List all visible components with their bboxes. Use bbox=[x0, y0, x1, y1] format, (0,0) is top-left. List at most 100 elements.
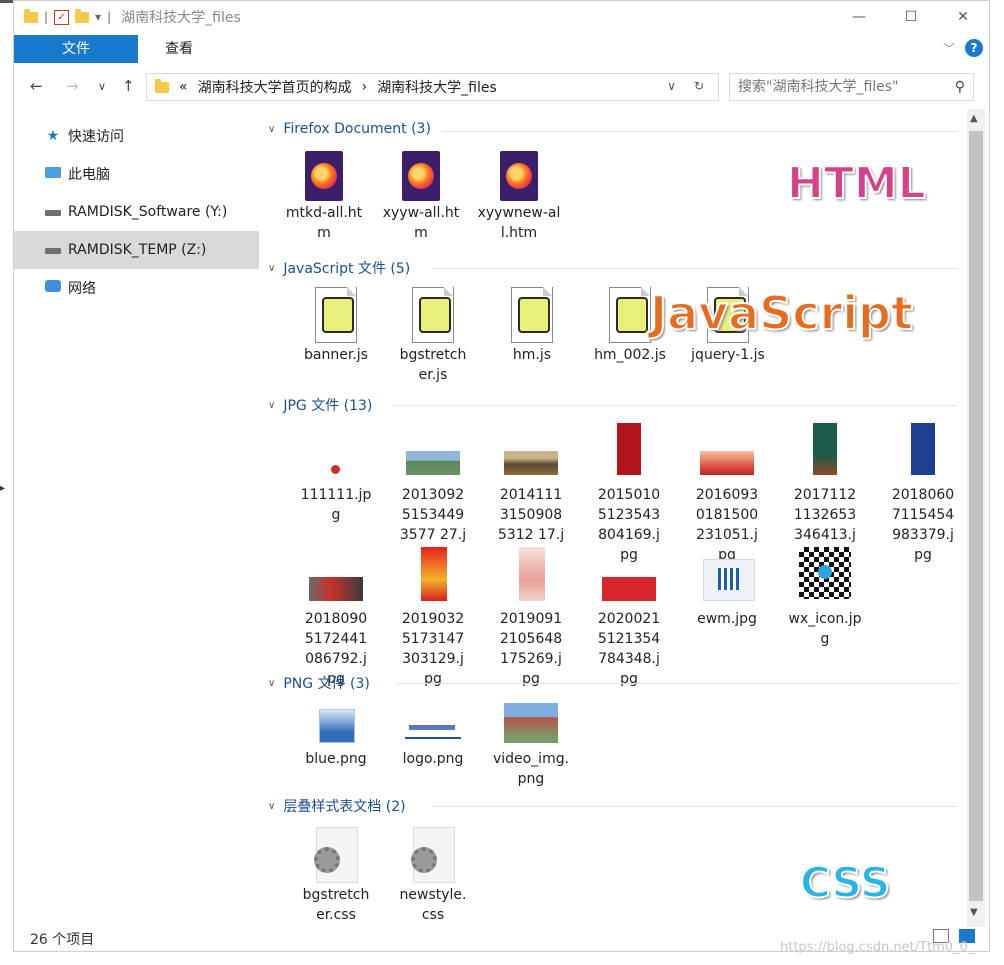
title-bar: | ✓ ▾ | 湖南科技大学_files — ☐ ✕ bbox=[14, 1, 989, 33]
file-item[interactable]: 20200215121354784348.jpg bbox=[587, 547, 671, 689]
watermark: https://blog.csdn.net/Ttm0_0_ bbox=[780, 940, 975, 955]
vertical-scrollbar[interactable]: ▲ ▼ bbox=[967, 109, 985, 927]
image-thumbnail bbox=[391, 423, 475, 483]
firefox-document-icon bbox=[500, 151, 538, 201]
image-thumbnail bbox=[685, 547, 769, 607]
image-thumbnail bbox=[391, 547, 475, 607]
collapse-chevron-icon[interactable]: ∨ bbox=[268, 678, 275, 689]
group-header-firefox[interactable]: ∨ Firefox Document (3) bbox=[268, 121, 431, 137]
address-dropdown-icon[interactable]: ∨ bbox=[667, 79, 676, 93]
breadcrumb-segment-1[interactable]: 湖南科技大学首页的构成 bbox=[198, 77, 352, 97]
file-item[interactable]: wx_icon.jpg bbox=[783, 547, 867, 649]
overlay-javascript-label: JavaScript bbox=[649, 285, 914, 341]
image-thumbnail bbox=[881, 423, 965, 483]
tab-view[interactable]: 查看 bbox=[146, 35, 212, 63]
image-thumbnail bbox=[489, 695, 573, 747]
file-item[interactable]: banner.js bbox=[294, 285, 378, 365]
script-file-icon bbox=[607, 285, 653, 343]
sidebar-item-label: 此电脑 bbox=[68, 167, 110, 183]
file-item[interactable]: 201411131509085312 17.jpg bbox=[489, 423, 573, 565]
group-divider bbox=[394, 405, 957, 406]
sidebar-item-ramdisk-temp[interactable]: RAMDISK_TEMP (Z:) bbox=[14, 231, 259, 269]
file-item[interactable]: hm.js bbox=[490, 285, 574, 365]
window-controls: — ☐ ✕ bbox=[833, 1, 989, 33]
sidebar-item-label: 网络 bbox=[68, 281, 96, 297]
file-item[interactable]: 20160930181500231051.jpg bbox=[685, 423, 769, 565]
search-input[interactable]: 搜索"湖南科技大学_files" ⚲ bbox=[729, 73, 974, 101]
ribbon-tabs: 文件 主页 共享 查看 ﹀ ? bbox=[14, 35, 989, 63]
file-item[interactable]: 111111.jpg bbox=[294, 423, 378, 525]
refresh-icon[interactable]: ↻ bbox=[694, 79, 704, 93]
file-item[interactable]: xyyw-all.htm bbox=[379, 151, 463, 243]
help-icon[interactable]: ? bbox=[965, 39, 983, 57]
breadcrumb-segment-2[interactable]: 湖南科技大学_files bbox=[377, 77, 497, 97]
file-item[interactable]: bgstretcher.css bbox=[294, 827, 378, 925]
navigation-bar: ← → ∨ ↑ « 湖南科技大学首页的构成 › 湖南科技大学_files ∨ ↻… bbox=[14, 71, 989, 103]
drive-icon bbox=[44, 242, 62, 258]
sidebar-item-ramdisk-software[interactable]: RAMDISK_Software (Y:) bbox=[14, 193, 259, 231]
image-thumbnail bbox=[294, 423, 378, 483]
file-item[interactable]: 20150105123543804169.jpg bbox=[587, 423, 671, 565]
close-button[interactable]: ✕ bbox=[937, 1, 989, 33]
collapse-chevron-icon[interactable]: ∨ bbox=[268, 124, 275, 135]
image-thumbnail bbox=[587, 423, 671, 483]
group-header-css[interactable]: ∨ 层叠样式表文档 (2) bbox=[268, 796, 406, 816]
drive-icon bbox=[44, 204, 62, 220]
collapse-chevron-icon[interactable]: ∨ bbox=[268, 801, 275, 812]
file-item[interactable]: ewm.jpg bbox=[685, 547, 769, 629]
scroll-down-arrow-icon[interactable]: ▼ bbox=[970, 907, 978, 918]
collapse-chevron-icon[interactable]: ∨ bbox=[268, 400, 275, 411]
file-item[interactable]: 20190912105648175269.jpg bbox=[489, 547, 573, 689]
qa-separator: | bbox=[44, 10, 49, 24]
file-item[interactable]: video_img.png bbox=[489, 695, 573, 789]
expand-ribbon-chevron-icon[interactable]: ﹀ bbox=[943, 40, 955, 57]
sidebar-item-label: 快速访问 bbox=[68, 129, 124, 145]
file-item[interactable]: newstyle.css bbox=[391, 827, 475, 925]
file-item[interactable]: mtkd-all.htm bbox=[282, 151, 366, 243]
address-overflow[interactable]: « bbox=[179, 79, 188, 95]
file-item[interactable]: blue.png bbox=[294, 695, 378, 769]
overlay-css-label: CSS bbox=[799, 857, 891, 908]
sidebar-item-quick-access[interactable]: ★ 快速访问 bbox=[14, 117, 259, 155]
file-item[interactable]: logo.png bbox=[391, 695, 475, 769]
group-header-javascript[interactable]: ∨ JavaScript 文件 (5) bbox=[268, 258, 410, 278]
file-item[interactable]: xyywnew-all.htm bbox=[477, 151, 561, 243]
recent-locations-chevron-icon[interactable]: ∨ bbox=[98, 80, 106, 93]
sidebar-item-label: RAMDISK_Software (Y:) bbox=[68, 204, 228, 220]
scroll-up-arrow-icon[interactable]: ▲ bbox=[970, 113, 978, 124]
script-file-icon bbox=[410, 285, 456, 343]
group-header-jpg[interactable]: ∨ JPG 文件 (13) bbox=[268, 395, 372, 415]
maximize-button[interactable]: ☐ bbox=[885, 1, 937, 33]
file-item[interactable]: bgstretcher.js bbox=[391, 285, 475, 385]
up-arrow-icon[interactable]: ↑ bbox=[122, 77, 135, 95]
forward-arrow-icon[interactable]: → bbox=[66, 77, 79, 95]
tab-file[interactable]: 文件 bbox=[14, 35, 138, 63]
breadcrumb-separator[interactable]: › bbox=[362, 79, 368, 95]
file-list: ∨ Firefox Document (3) mtkd-all.htm xyyw… bbox=[264, 117, 961, 927]
file-item[interactable]: 20180607115454983379.jpg bbox=[881, 423, 965, 565]
address-bar[interactable]: « 湖南科技大学首页的构成 › 湖南科技大学_files ∨ ↻ bbox=[146, 73, 719, 101]
overlay-html-label: HTML bbox=[786, 157, 927, 210]
script-file-icon bbox=[313, 285, 359, 343]
sidebar-item-this-pc[interactable]: 此电脑 bbox=[14, 155, 259, 193]
image-thumbnail bbox=[294, 547, 378, 607]
image-thumbnail bbox=[783, 547, 867, 607]
properties-check-icon[interactable]: ✓ bbox=[54, 9, 70, 25]
quick-access-toolbar: | ✓ ▾ | 湖南科技大学_files bbox=[14, 7, 241, 27]
firefox-document-icon bbox=[402, 151, 440, 201]
back-arrow-icon[interactable]: ← bbox=[30, 77, 43, 95]
group-header-png[interactable]: ∨ PNG 文件 (3) bbox=[268, 673, 370, 693]
qa-dropdown-icon[interactable]: ▾ bbox=[95, 10, 101, 24]
file-item[interactable]: 20180905172441086792.jpg bbox=[294, 547, 378, 689]
collapse-chevron-icon[interactable]: ∨ bbox=[268, 263, 275, 274]
file-item[interactable]: 20190325173147303129.jpg bbox=[391, 547, 475, 689]
file-item[interactable]: 201309251534493577 27.jpg bbox=[391, 423, 475, 565]
minimize-button[interactable]: — bbox=[833, 1, 885, 33]
computer-icon bbox=[44, 166, 62, 182]
sidebar-item-network[interactable]: 网络 bbox=[14, 269, 259, 307]
group-divider bbox=[432, 268, 957, 269]
scrollbar-thumb[interactable] bbox=[969, 131, 983, 901]
new-folder-icon[interactable] bbox=[75, 8, 90, 23]
file-item[interactable]: 20171121132653346413.jpg bbox=[783, 423, 867, 565]
search-icon[interactable]: ⚲ bbox=[955, 74, 965, 100]
